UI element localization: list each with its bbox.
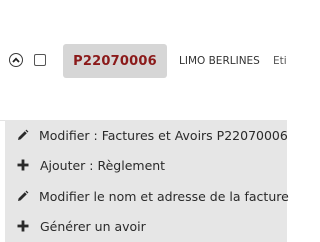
menu-item-generate-credit-note[interactable]: Générer un avoir	[5, 211, 287, 241]
pencil-icon	[16, 189, 29, 203]
plus-icon	[16, 219, 30, 233]
invoice-reference-button[interactable]: P22070006	[63, 44, 167, 78]
row-select-checkbox[interactable]	[34, 54, 46, 66]
menu-item-label: Modifier le nom et adresse de la facture	[39, 188, 289, 204]
client-name: LIMO BERLINES	[179, 55, 260, 67]
menu-item-label: Modifier : Factures et Avoirs P22070006	[39, 127, 288, 143]
plus-icon	[16, 158, 30, 172]
menu-item-add-payment[interactable]: Ajouter : Règlement	[5, 150, 287, 180]
context-menu: Modifier : Factures et Avoirs P22070006 …	[5, 120, 289, 242]
invoice-row: P22070006 LIMO BERLINES Eti	[0, 0, 287, 121]
menu-item-edit-address[interactable]: Modifier le nom et adresse de la facture	[5, 181, 289, 211]
collapse-row-button[interactable]	[9, 53, 23, 67]
menu-item-label: Générer un avoir	[40, 218, 146, 234]
truncated-column-text: Eti	[273, 55, 287, 67]
menu-item-edit-invoice[interactable]: Modifier : Factures et Avoirs P22070006	[5, 120, 288, 150]
chevron-up-icon	[12, 57, 20, 63]
menu-item-label: Ajouter : Règlement	[40, 157, 166, 173]
pencil-icon	[16, 128, 29, 142]
